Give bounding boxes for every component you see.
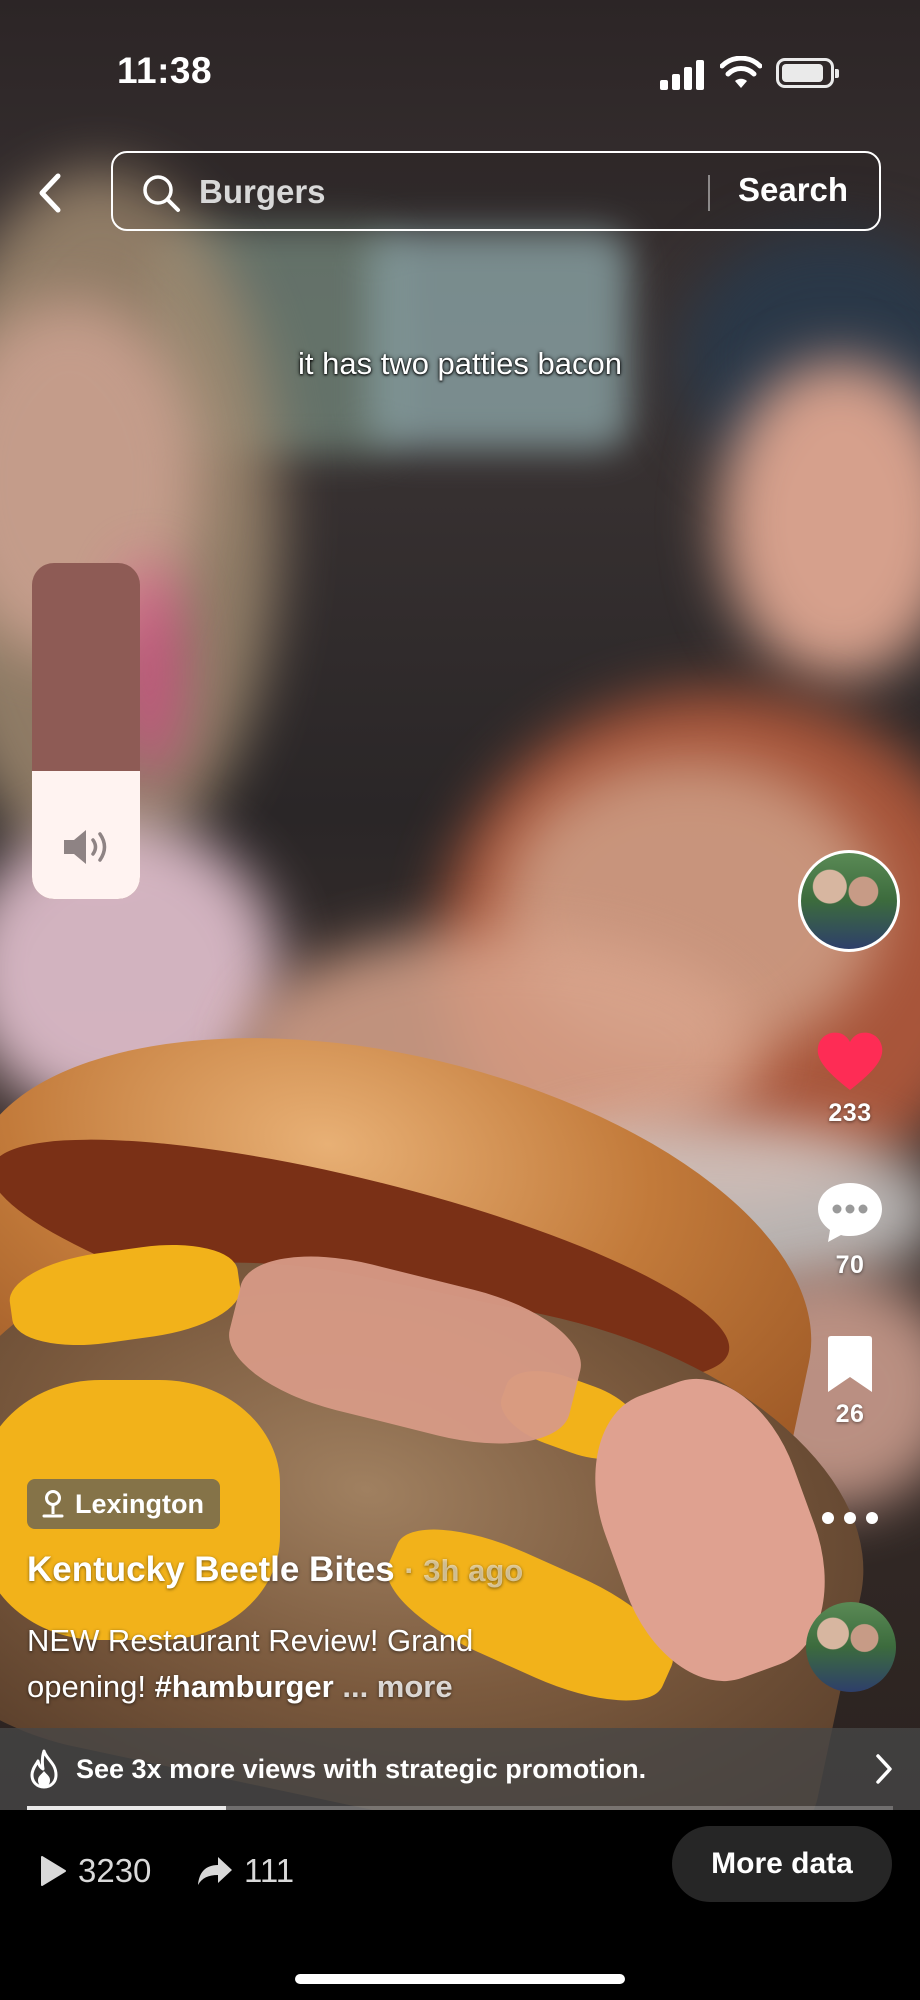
play-count-stat: 3230 xyxy=(38,1852,151,1890)
play-count: 3230 xyxy=(78,1852,152,1889)
post-time: · 3h ago xyxy=(404,1553,524,1588)
volume-slider[interactable] xyxy=(32,563,140,899)
creator-avatar[interactable] xyxy=(798,850,900,952)
search-divider xyxy=(708,175,710,211)
search-bar[interactable]: Burgers Search xyxy=(111,151,881,231)
video-caption: it has two patties bacon xyxy=(298,346,622,381)
more-data-button[interactable]: More data xyxy=(672,1826,892,1902)
promotion-banner[interactable]: See 3x more views with strategic promoti… xyxy=(0,1728,920,1810)
chevron-right-icon xyxy=(876,1754,892,1784)
home-indicator[interactable] xyxy=(295,1974,625,1984)
speaker-icon xyxy=(64,830,107,864)
search-input[interactable]: Burgers xyxy=(199,173,326,211)
comment-button[interactable]: 70 xyxy=(808,1180,892,1280)
like-button[interactable]: 233 xyxy=(808,1030,892,1128)
share-arrow-icon xyxy=(198,1857,232,1885)
wifi-icon xyxy=(720,56,762,88)
sound-avatar[interactable] xyxy=(806,1602,896,1692)
bookmark-icon xyxy=(828,1336,872,1392)
like-count: 233 xyxy=(828,1099,872,1127)
bottom-bar: 3230 111 More data xyxy=(0,1810,920,2000)
video-frame[interactable] xyxy=(0,0,920,1810)
status-bar: 11:38 xyxy=(0,0,920,110)
more-link[interactable]: ... more xyxy=(334,1669,452,1704)
author-name[interactable]: Kentucky Beetle Bites xyxy=(27,1550,395,1589)
play-icon xyxy=(41,1856,66,1886)
fire-icon xyxy=(30,1749,58,1789)
heart-icon xyxy=(817,1032,883,1090)
search-icon xyxy=(143,175,180,212)
back-arrow-icon[interactable] xyxy=(30,168,70,218)
location-label: Lexington xyxy=(75,1488,204,1519)
author-line: Kentucky Beetle Bites · 3h ago xyxy=(27,1550,523,1590)
battery-icon xyxy=(776,58,839,88)
comment-count: 70 xyxy=(835,1251,865,1279)
post-description[interactable]: NEW Restaurant Review! Grand opening! #h… xyxy=(27,1618,587,1710)
location-pin-icon xyxy=(42,1490,64,1518)
background-window-right xyxy=(370,230,630,450)
share-count: 111 xyxy=(244,1852,295,1889)
share-count-stat: 111 xyxy=(196,1852,294,1890)
comment-bubble-icon xyxy=(818,1183,882,1242)
location-tag[interactable]: Lexington xyxy=(27,1479,220,1529)
search-button[interactable]: Search xyxy=(738,171,848,209)
status-time: 11:38 xyxy=(117,50,213,91)
more-options-icon[interactable] xyxy=(822,1505,878,1529)
cellular-signal-icon xyxy=(660,60,704,90)
hashtag-link[interactable]: #hamburger xyxy=(155,1669,334,1704)
save-count: 26 xyxy=(835,1400,865,1428)
save-button[interactable]: 26 xyxy=(808,1335,892,1429)
promotion-text: See 3x more views with strategic promoti… xyxy=(76,1753,647,1784)
